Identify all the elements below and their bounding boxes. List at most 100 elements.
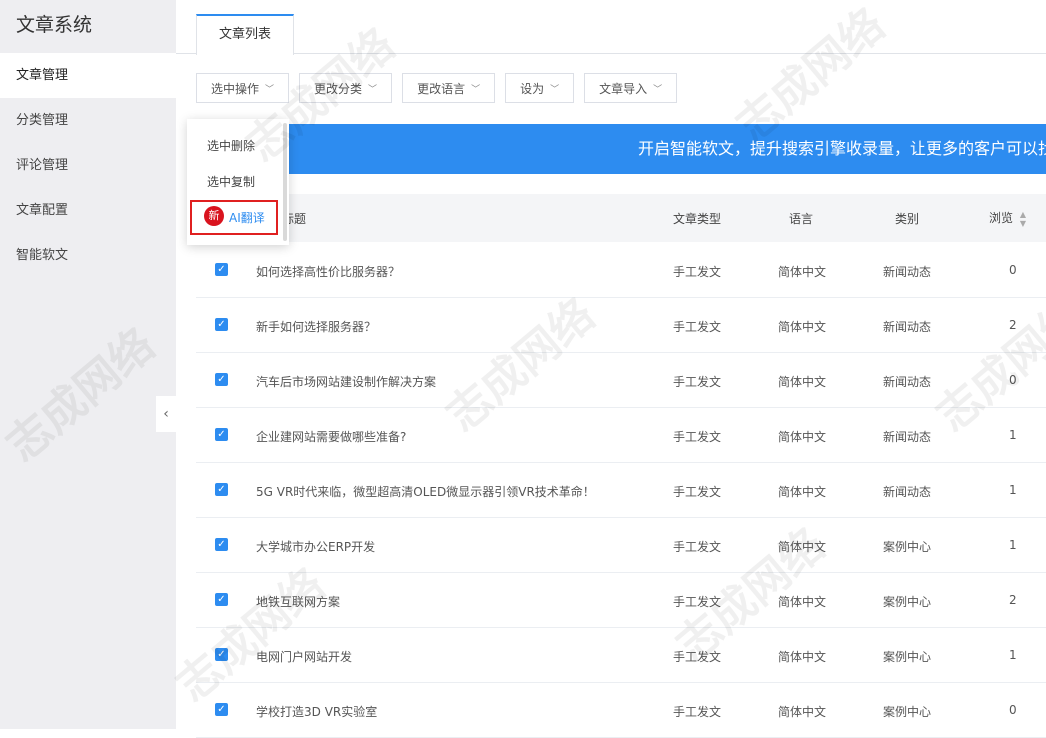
row-type: 手工发文 bbox=[673, 705, 722, 719]
row-type: 手工发文 bbox=[673, 375, 722, 389]
article-import-label: 文章导入 bbox=[599, 81, 648, 96]
row-views: 0 bbox=[1009, 703, 1017, 717]
row-title[interactable]: 新手如何选择服务器？ bbox=[256, 318, 376, 335]
article-import-button[interactable]: 文章导入 ﹀ bbox=[584, 73, 678, 103]
row-language: 简体中文 bbox=[778, 595, 827, 609]
select-ops-label: 选中操作 bbox=[211, 81, 260, 96]
chevron-down-icon: ﹀ bbox=[471, 84, 481, 95]
row-category: 新闻动态 bbox=[883, 320, 932, 334]
row-type: 手工发文 bbox=[673, 595, 722, 609]
row-checkbox[interactable]: ✓ bbox=[215, 428, 228, 441]
chevron-down-icon: ﹀ bbox=[653, 84, 663, 95]
row-category: 新闻动态 bbox=[883, 375, 932, 389]
row-category: 案例中心 bbox=[883, 705, 932, 719]
row-checkbox[interactable]: ✓ bbox=[215, 593, 228, 606]
row-checkbox[interactable]: ✓ bbox=[215, 538, 228, 551]
row-views: 1 bbox=[1009, 428, 1017, 442]
row-views: 0 bbox=[1009, 263, 1017, 277]
row-language: 简体中文 bbox=[778, 430, 827, 444]
select-delete-item[interactable]: 选中删除 bbox=[207, 137, 255, 154]
row-type: 手工发文 bbox=[673, 650, 722, 664]
row-checkbox[interactable]: ✓ bbox=[215, 703, 228, 716]
dropdown-scrollbar[interactable] bbox=[283, 123, 287, 241]
header-type: 文章类型 bbox=[673, 212, 722, 226]
row-views: 2 bbox=[1009, 593, 1017, 607]
row-type: 手工发文 bbox=[673, 265, 722, 279]
row-title[interactable]: 电网门户网站开发 bbox=[256, 648, 352, 665]
collapse-sidebar-icon[interactable]: ‹ bbox=[156, 396, 176, 432]
table-row[interactable]: ✓ 如何选择高性价比服务器？ 手工发文 简体中文 新闻动态 0 bbox=[196, 243, 1046, 298]
banner-text: 开启智能软文，提升搜索引擎收录量，让更多的客户可以找到您 bbox=[638, 139, 1046, 158]
article-table-body: ✓ 如何选择高性价比服务器？ 手工发文 简体中文 新闻动态 0 ✓ 新手如何选择… bbox=[196, 243, 1046, 738]
change-language-button[interactable]: 更改语言 ﹀ bbox=[402, 73, 496, 103]
row-type: 手工发文 bbox=[673, 540, 722, 554]
sidebar-menu: 文章管理 分类管理 评论管理 文章配置 智能软文 bbox=[0, 53, 176, 278]
table-row[interactable]: ✓ 电网门户网站开发 手工发文 简体中文 案例中心 1 bbox=[196, 628, 1046, 683]
row-title[interactable]: 如何选择高性价比服务器？ bbox=[256, 263, 400, 280]
table-row[interactable]: ✓ 企业建网站需要做哪些准备? 手工发文 简体中文 新闻动态 1 bbox=[196, 408, 1046, 463]
row-language: 简体中文 bbox=[778, 705, 827, 719]
row-checkbox[interactable]: ✓ bbox=[215, 318, 228, 331]
row-category: 新闻动态 bbox=[883, 485, 932, 499]
row-title[interactable]: 5G VR时代来临，微型超高清OLED微显示器引领VR技术革命！ bbox=[256, 483, 595, 500]
row-category: 案例中心 bbox=[883, 540, 932, 554]
change-language-label: 更改语言 bbox=[417, 81, 466, 96]
row-views: 0 bbox=[1009, 373, 1017, 387]
sidebar-item-category-manage[interactable]: 分类管理 bbox=[0, 98, 176, 143]
row-language: 简体中文 bbox=[778, 485, 827, 499]
row-type: 手工发文 bbox=[673, 430, 722, 444]
table-row[interactable]: ✓ 5G VR时代来临，微型超高清OLED微显示器引领VR技术革命！ 手工发文 … bbox=[196, 463, 1046, 518]
row-title[interactable]: 大学城市办公ERP开发 bbox=[256, 538, 375, 555]
row-checkbox[interactable]: ✓ bbox=[215, 648, 228, 661]
set-as-button[interactable]: 设为 ﹀ bbox=[505, 73, 575, 103]
row-checkbox[interactable]: ✓ bbox=[215, 263, 228, 276]
select-ops-button[interactable]: 选中操作 ﹀ bbox=[196, 73, 290, 103]
tab-bar: 文章列表 bbox=[176, 0, 1046, 55]
sidebar-item-comment-manage[interactable]: 评论管理 bbox=[0, 143, 176, 188]
row-language: 简体中文 bbox=[778, 375, 827, 389]
main-content: 文章列表 选中操作 ﹀ 更改分类 ﹀ 更改语言 ﹀ 设为 ﹀ 文章导入 ﹀ 开启… bbox=[176, 0, 1046, 738]
ai-translate-item[interactable]: AI翻译 bbox=[229, 209, 265, 226]
row-category: 新闻动态 bbox=[883, 430, 932, 444]
sidebar: 文章系统 文章管理 分类管理 评论管理 文章配置 智能软文 bbox=[0, 0, 176, 729]
row-category: 案例中心 bbox=[883, 650, 932, 664]
table-row[interactable]: ✓ 地铁互联网方案 手工发文 简体中文 案例中心 2 bbox=[196, 573, 1046, 628]
row-title[interactable]: 地铁互联网方案 bbox=[256, 593, 340, 610]
chevron-down-icon: ﹀ bbox=[265, 84, 275, 95]
table-row[interactable]: ✓ 学校打造3D VR实验室 手工发文 简体中文 案例中心 0 bbox=[196, 683, 1046, 738]
change-category-label: 更改分类 bbox=[314, 81, 363, 96]
row-type: 手工发文 bbox=[673, 320, 722, 334]
tab-article-list[interactable]: 文章列表 bbox=[196, 14, 294, 55]
header-views[interactable]: 浏览 ▲ ▼ bbox=[989, 209, 1026, 228]
chevron-down-icon: ﹀ bbox=[368, 84, 378, 95]
system-title: 文章系统 bbox=[16, 14, 93, 36]
row-checkbox[interactable]: ✓ bbox=[215, 483, 228, 496]
row-views: 1 bbox=[1009, 483, 1017, 497]
header-language: 语言 bbox=[789, 212, 814, 226]
sort-icon[interactable]: ▲ ▼ bbox=[1020, 210, 1026, 228]
row-language: 简体中文 bbox=[778, 650, 827, 664]
row-type: 手工发文 bbox=[673, 485, 722, 499]
row-title[interactable]: 企业建网站需要做哪些准备? bbox=[256, 428, 406, 445]
table-row[interactable]: ✓ 汽车后市场网站建设制作解决方案 手工发文 简体中文 新闻动态 0 bbox=[196, 353, 1046, 408]
select-copy-item[interactable]: 选中复制 bbox=[207, 173, 255, 190]
row-checkbox[interactable]: ✓ bbox=[215, 373, 228, 386]
row-views: 2 bbox=[1009, 318, 1017, 332]
sidebar-item-article-config[interactable]: 文章配置 bbox=[0, 188, 176, 233]
header-views-label: 浏览 bbox=[989, 211, 1014, 225]
change-category-button[interactable]: 更改分类 ﹀ bbox=[299, 73, 393, 103]
row-title[interactable]: 汽车后市场网站建设制作解决方案 bbox=[256, 373, 436, 390]
sidebar-item-smart-softtext[interactable]: 智能软文 bbox=[0, 233, 176, 278]
row-views: 1 bbox=[1009, 648, 1017, 662]
table-row[interactable]: ✓ 新手如何选择服务器？ 手工发文 简体中文 新闻动态 2 bbox=[196, 298, 1046, 353]
row-category: 新闻动态 bbox=[883, 265, 932, 279]
row-language: 简体中文 bbox=[778, 540, 827, 554]
row-title[interactable]: 学校打造3D VR实验室 bbox=[256, 703, 377, 720]
chevron-down-icon: ﹀ bbox=[550, 84, 560, 95]
row-category: 案例中心 bbox=[883, 595, 932, 609]
header-category: 类别 bbox=[895, 212, 920, 226]
new-badge: 新 bbox=[204, 206, 224, 226]
smart-softtext-banner[interactable]: 开启智能软文，提升搜索引擎收录量，让更多的客户可以找到您 bbox=[196, 124, 1046, 174]
sidebar-item-article-manage[interactable]: 文章管理 bbox=[0, 53, 176, 98]
table-row[interactable]: ✓ 大学城市办公ERP开发 手工发文 简体中文 案例中心 1 bbox=[196, 518, 1046, 573]
